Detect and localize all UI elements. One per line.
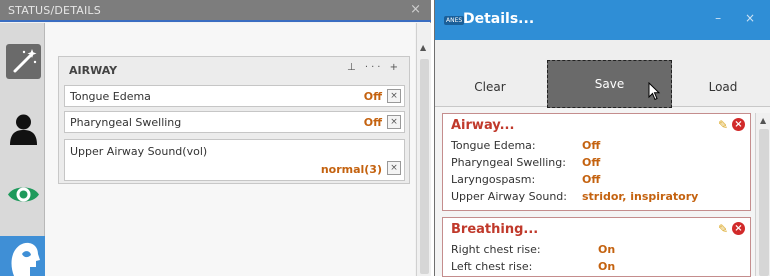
status-label: Upper Airway Sound(vol) — [70, 145, 208, 158]
status-row[interactable]: Tongue Edema Off × — [64, 85, 405, 107]
section-title: AIRWAY — [69, 64, 118, 77]
detail-label: Tongue Edema: — [451, 139, 536, 152]
detail-value: On — [598, 260, 616, 273]
detail-value: On — [598, 243, 616, 256]
scrollbar[interactable]: ▲ — [416, 23, 431, 276]
detail-label: Left chest rise: — [451, 260, 533, 273]
panel-titlebar: STATUS/DETAILS × — [0, 0, 431, 22]
panel-title: STATUS/DETAILS — [8, 4, 101, 17]
scroll-up-icon[interactable]: ▲ — [420, 43, 426, 52]
status-row[interactable]: Upper Airway Sound(vol) normal(3) × — [64, 139, 405, 181]
section-tools-icon[interactable]: ⊥ ··· + — [347, 62, 401, 73]
card-title: Breathing... — [451, 222, 539, 237]
mouse-cursor-icon — [648, 82, 661, 101]
detail-value: Off — [582, 173, 601, 186]
delete-icon[interactable]: × — [732, 118, 745, 131]
status-label: Pharyngeal Swelling — [70, 116, 182, 129]
scroll-up-icon[interactable]: ▲ — [760, 116, 766, 125]
status-details-panel: STATUS/DETAILS × AIRWAY ⊥ ··· + Tongue E… — [0, 0, 431, 276]
detail-value: Off — [582, 139, 601, 152]
head-profile-icon[interactable] — [0, 236, 45, 276]
person-icon[interactable] — [6, 111, 41, 146]
scroll-thumb[interactable] — [759, 129, 769, 276]
remove-icon[interactable]: × — [387, 115, 401, 129]
details-window: ANES Details... – × Clear Save Load Airw… — [434, 0, 770, 277]
details-list: Airway... ✎ × Tongue Edema: Off Pharynge… — [442, 113, 751, 277]
delete-icon[interactable]: × — [732, 222, 745, 235]
detail-label: Right chest rise: — [451, 243, 541, 256]
detail-value: Off — [582, 156, 601, 169]
eye-icon[interactable] — [6, 177, 41, 212]
app-badge-icon: ANES — [444, 16, 465, 25]
close-icon[interactable]: × — [410, 2, 421, 17]
wand-icon[interactable] — [6, 44, 41, 79]
status-row[interactable]: Pharyngeal Swelling Off × — [64, 111, 405, 133]
remove-icon[interactable]: × — [387, 89, 401, 103]
window-title: Details... — [463, 11, 535, 27]
scrollbar[interactable]: ▲ — [755, 113, 770, 276]
details-card-airway: Airway... ✎ × Tongue Edema: Off Pharynge… — [442, 113, 751, 211]
status-value: Off — [363, 90, 382, 103]
section-header: AIRWAY ⊥ ··· + — [59, 57, 409, 81]
detail-label: Upper Airway Sound: — [451, 190, 567, 203]
clear-button[interactable]: Clear — [435, 80, 545, 94]
remove-icon[interactable]: × — [387, 161, 401, 175]
status-value: Off — [363, 116, 382, 129]
scroll-thumb[interactable] — [420, 59, 429, 274]
airway-section: AIRWAY ⊥ ··· + Tongue Edema Off × Pharyn… — [58, 56, 410, 184]
card-title: Airway... — [451, 118, 515, 133]
window-controls[interactable]: – × — [715, 11, 765, 25]
window-titlebar: ANES Details... – × — [435, 0, 770, 40]
load-button[interactable]: Load — [675, 80, 770, 94]
details-card-breathing: Breathing... ✎ × Right chest rise: On Le… — [442, 217, 751, 277]
status-value: normal(3) — [320, 163, 382, 176]
status-label: Tongue Edema — [70, 90, 151, 103]
detail-label: Pharyngeal Swelling: — [451, 156, 566, 169]
edit-pencil-icon[interactable]: ✎ — [718, 118, 728, 132]
edit-pencil-icon[interactable]: ✎ — [718, 222, 728, 236]
detail-value: stridor, inspiratory — [582, 190, 699, 203]
detail-label: Laryngospasm: — [451, 173, 536, 186]
